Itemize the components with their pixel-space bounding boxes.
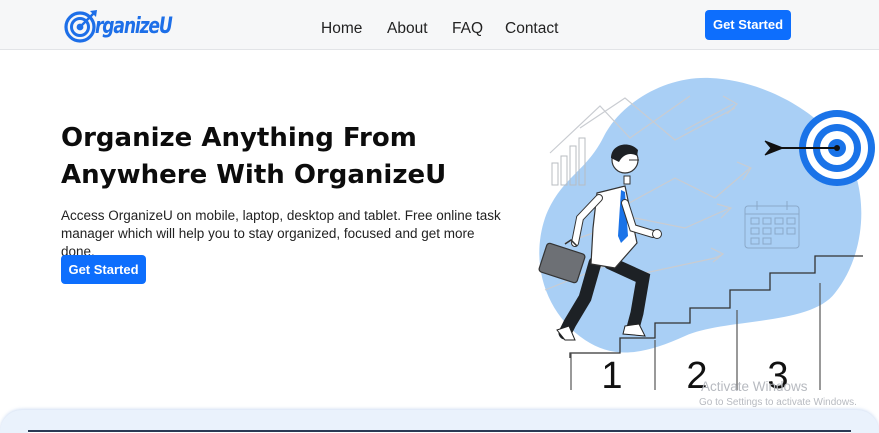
next-section [0, 410, 879, 433]
step-number-1: 1 [601, 355, 622, 397]
nav-link-faq[interactable]: FAQ [452, 20, 483, 38]
activate-windows-title: Activate Windows [701, 379, 808, 394]
hero-illustration: 1 2 3 [538, 77, 875, 397]
nav-link-contact[interactable]: Contact [505, 20, 558, 38]
nav-get-started-button[interactable]: Get Started [705, 10, 791, 40]
activate-windows-subtitle: Go to Settings to activate Windows. [699, 397, 857, 408]
hero-description: Access OrganizeU on mobile, laptop, desk… [61, 208, 501, 259]
navbar: rganizeU Home About FAQ Contact Get Star… [0, 0, 879, 50]
hero-get-started-button[interactable]: Get Started [61, 255, 146, 284]
hero-title: Organize Anything From Anywhere With Org… [61, 123, 447, 190]
nav-link-about[interactable]: About [387, 20, 428, 38]
nav-link-home[interactable]: Home [321, 20, 362, 38]
